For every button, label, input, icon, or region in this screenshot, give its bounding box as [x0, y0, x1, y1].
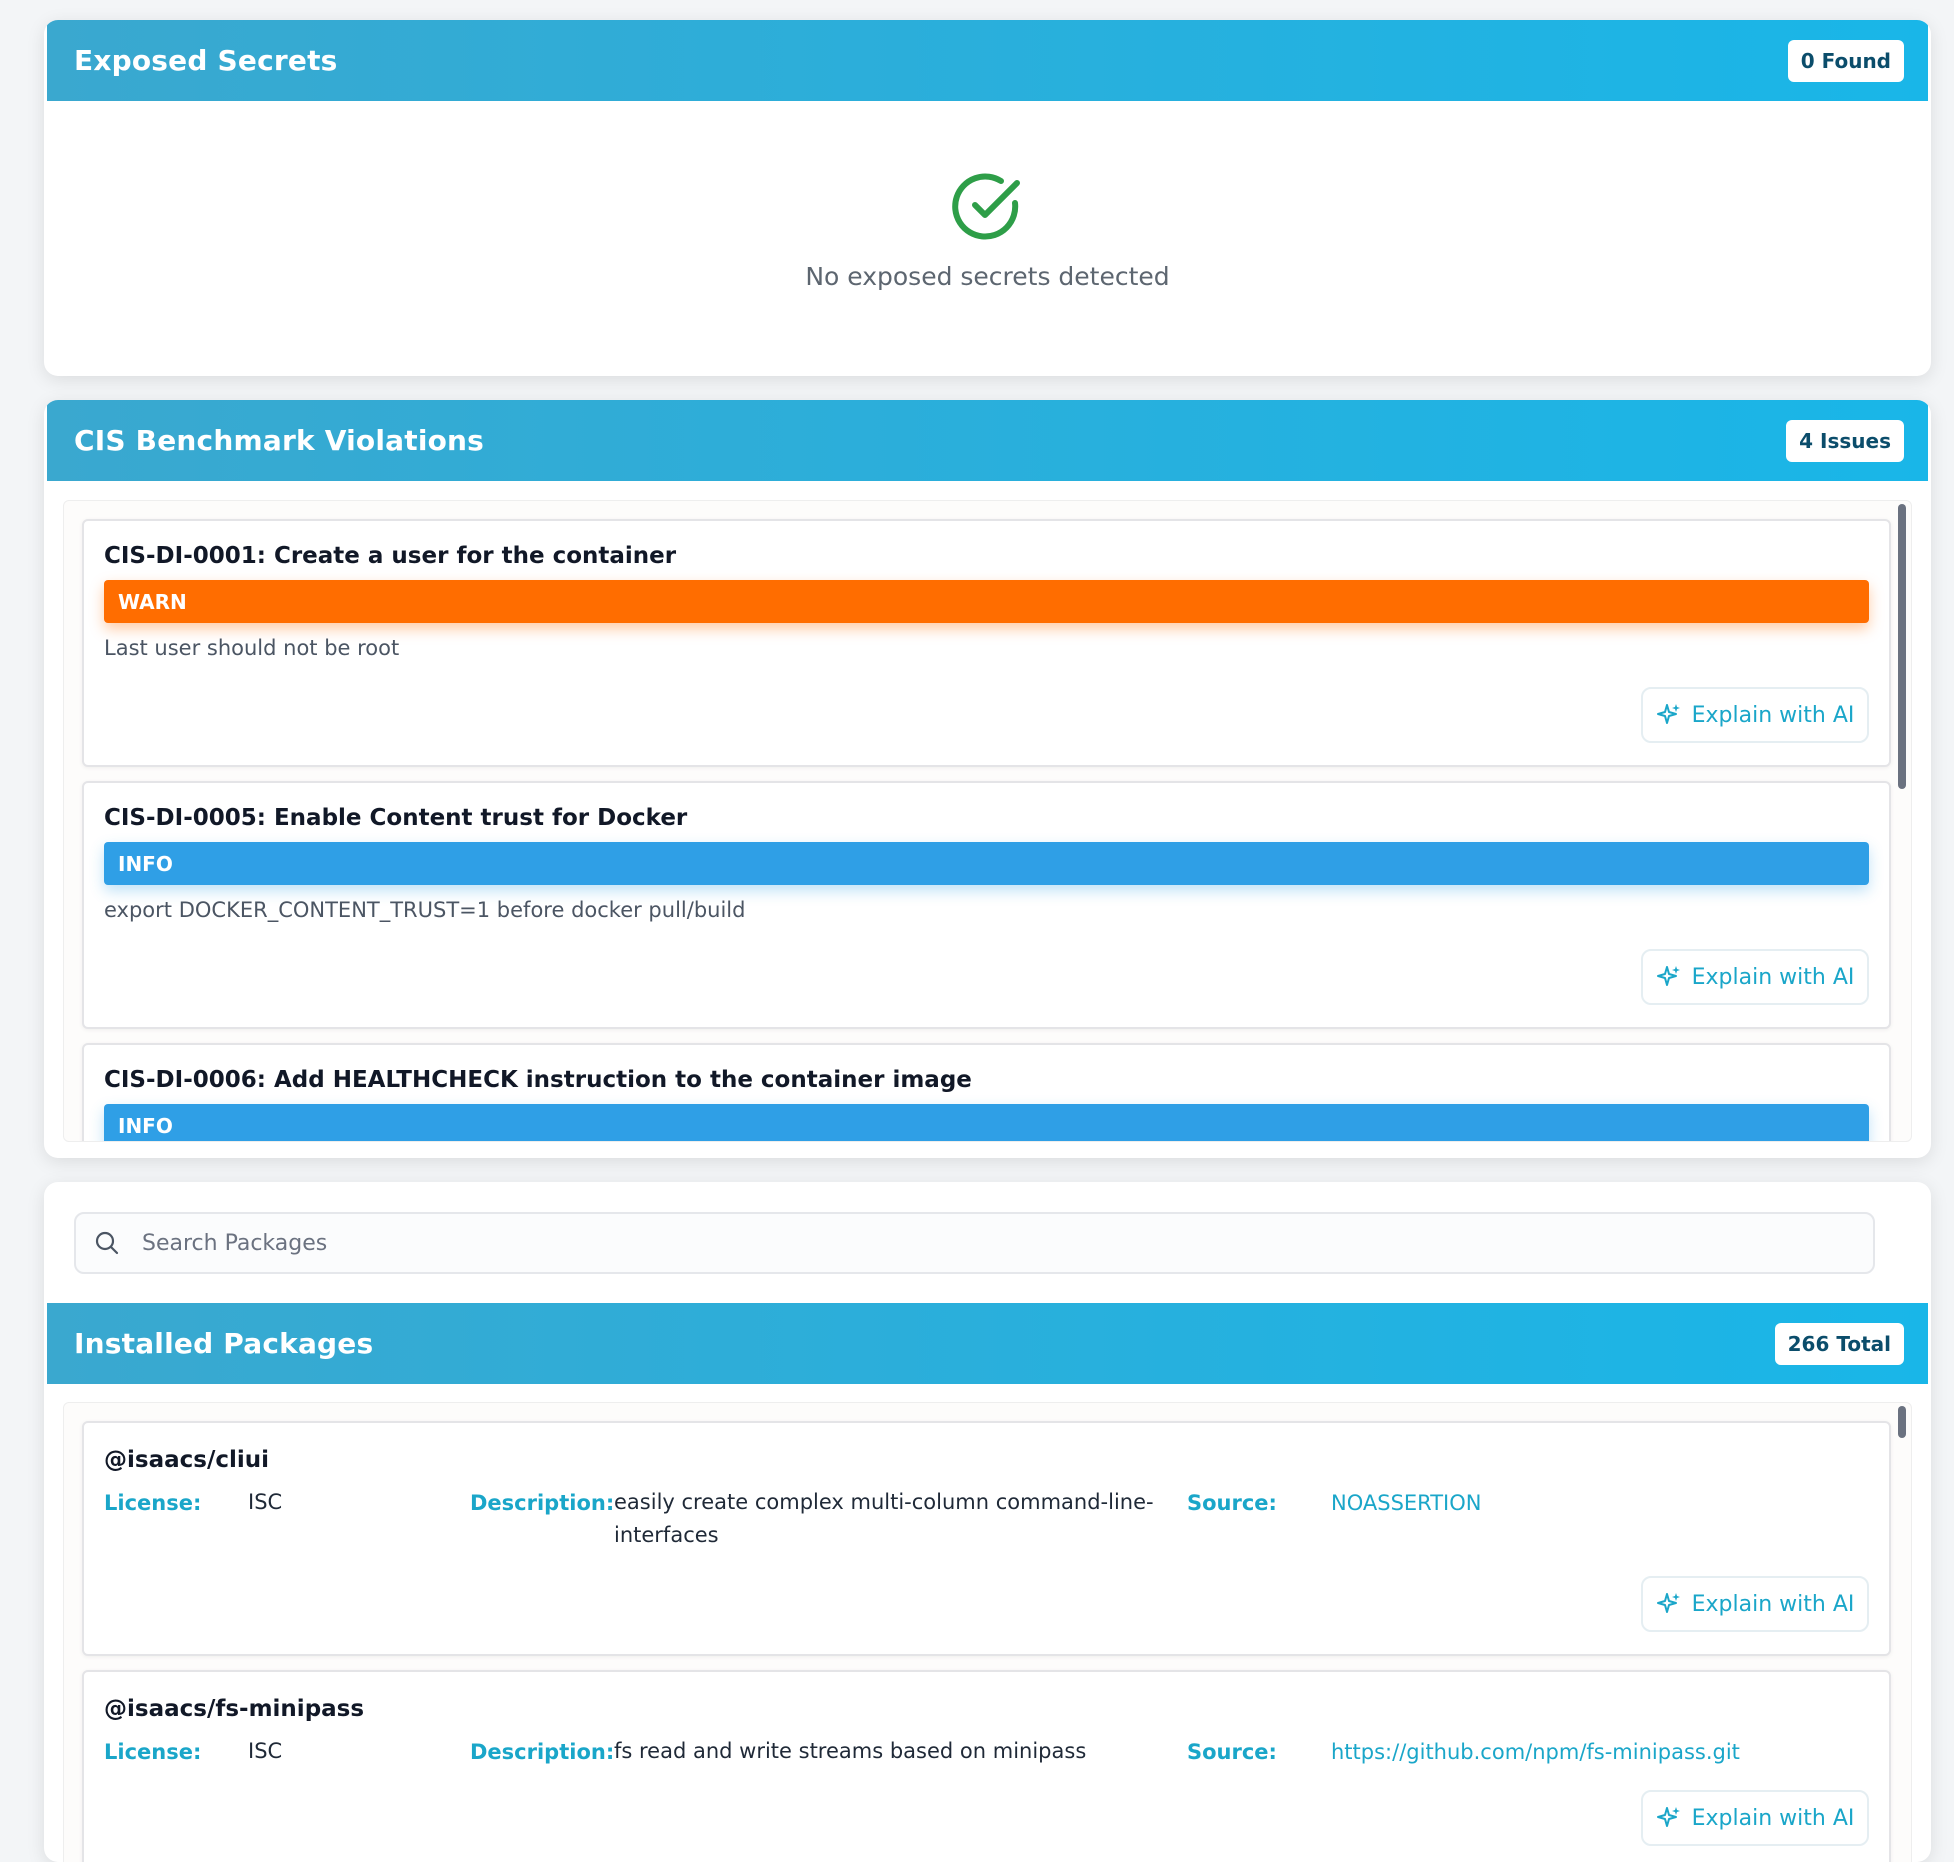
description-value: easily create complex multi-column comma…: [614, 1490, 1154, 1547]
description-label: Description:: [470, 1491, 615, 1515]
sparkles-icon: [1656, 966, 1680, 986]
sparkles-icon: [1656, 1593, 1680, 1613]
packages-scrollbar[interactable]: [1898, 1406, 1906, 1862]
cis-scrollbar-thumb[interactable]: [1898, 504, 1906, 789]
violation-title: CIS-DI-0001: Create a user for the conta…: [104, 543, 677, 569]
sparkles-icon: [1656, 1807, 1680, 1827]
secrets-empty-message: No exposed secrets detected: [805, 262, 1170, 291]
source-value: NOASSERTION: [1331, 1491, 1482, 1515]
check-circle-icon: [951, 173, 1020, 240]
explain-with-ai-label: Explain with AI: [1691, 964, 1855, 990]
package-search-bar[interactable]: [74, 1212, 1875, 1274]
explain-with-ai-button[interactable]: Explain with AI: [1641, 949, 1869, 1005]
exposed-secrets-header: Exposed Secrets 0 Found: [47, 20, 1928, 101]
license-label: License:: [104, 1491, 202, 1515]
cis-scrollbar[interactable]: [1898, 504, 1906, 1138]
cis-violations-title: CIS Benchmark Violations: [74, 424, 485, 457]
source-label: Source:: [1187, 1491, 1277, 1515]
explain-with-ai-label: Explain with AI: [1691, 1805, 1855, 1831]
violation-title: CIS-DI-0006: Add HEALTHCHECK instruction…: [104, 1067, 972, 1093]
violation-description: export DOCKER_CONTENT_TRUST=1 before doc…: [104, 898, 746, 922]
package-name: @isaacs/fs-minipass: [104, 1696, 365, 1722]
cis-violation-item: CIS-DI-0001: Create a user for the conta…: [82, 519, 1891, 767]
package-item: @isaacs/fs-minipass License: ISC Descrip…: [82, 1670, 1891, 1862]
cis-violation-item: CIS-DI-0006: Add HEALTHCHECK instruction…: [82, 1043, 1891, 1141]
packages-scrollbar-thumb[interactable]: [1898, 1406, 1906, 1438]
license-value: ISC: [248, 1490, 283, 1514]
description-value: fs read and write streams based on minip…: [614, 1739, 1087, 1763]
installed-packages-card: Installed Packages 266 Total @isaacs/cli…: [44, 1182, 1931, 1862]
violation-title: CIS-DI-0005: Enable Content trust for Do…: [104, 805, 688, 831]
packages-list[interactable]: @isaacs/cliui License: ISC Description: …: [63, 1402, 1912, 1862]
description-label: Description:: [470, 1740, 615, 1764]
license-label: License:: [104, 1740, 202, 1764]
explain-with-ai-label: Explain with AI: [1691, 1591, 1855, 1617]
source-link[interactable]: https://github.com/npm/fs-minipass.git: [1331, 1740, 1740, 1764]
explain-with-ai-button[interactable]: Explain with AI: [1641, 1790, 1869, 1846]
package-name: @isaacs/cliui: [104, 1447, 269, 1473]
cis-violations-list[interactable]: CIS-DI-0001: Create a user for the conta…: [63, 500, 1912, 1142]
exposed-secrets-title: Exposed Secrets: [74, 44, 338, 77]
cis-violations-header: CIS Benchmark Violations 4 Issues: [47, 400, 1928, 481]
package-item: @isaacs/cliui License: ISC Description: …: [82, 1421, 1891, 1656]
installed-packages-title: Installed Packages: [74, 1327, 374, 1360]
cis-violations-card: CIS Benchmark Violations 4 Issues CIS-DI…: [44, 400, 1931, 1158]
violation-description: Last user should not be root: [104, 636, 400, 660]
cis-issues-badge: 4 Issues: [1786, 419, 1904, 462]
packages-total-badge: 266 Total: [1774, 1322, 1904, 1365]
installed-packages-header: Installed Packages 266 Total: [47, 1303, 1928, 1384]
search-packages-input[interactable]: [140, 1229, 1744, 1257]
explain-with-ai-label: Explain with AI: [1691, 702, 1855, 728]
severity-badge-warn: WARN: [104, 580, 1869, 623]
search-icon: [95, 1231, 119, 1255]
secrets-empty-state: No exposed secrets detected: [44, 101, 1931, 374]
explain-with-ai-button[interactable]: Explain with AI: [1641, 687, 1869, 743]
license-value: ISC: [248, 1739, 283, 1763]
severity-badge-info: INFO: [104, 1104, 1869, 1141]
source-label: Source:: [1187, 1740, 1277, 1764]
severity-badge-info: INFO: [104, 842, 1869, 885]
cis-violation-item: CIS-DI-0005: Enable Content trust for Do…: [82, 781, 1891, 1029]
exposed-secrets-card: Exposed Secrets 0 Found No exposed secre…: [44, 20, 1931, 376]
explain-with-ai-button[interactable]: Explain with AI: [1641, 1576, 1869, 1632]
sparkles-icon: [1656, 704, 1680, 724]
secrets-count-badge: 0 Found: [1787, 39, 1904, 82]
